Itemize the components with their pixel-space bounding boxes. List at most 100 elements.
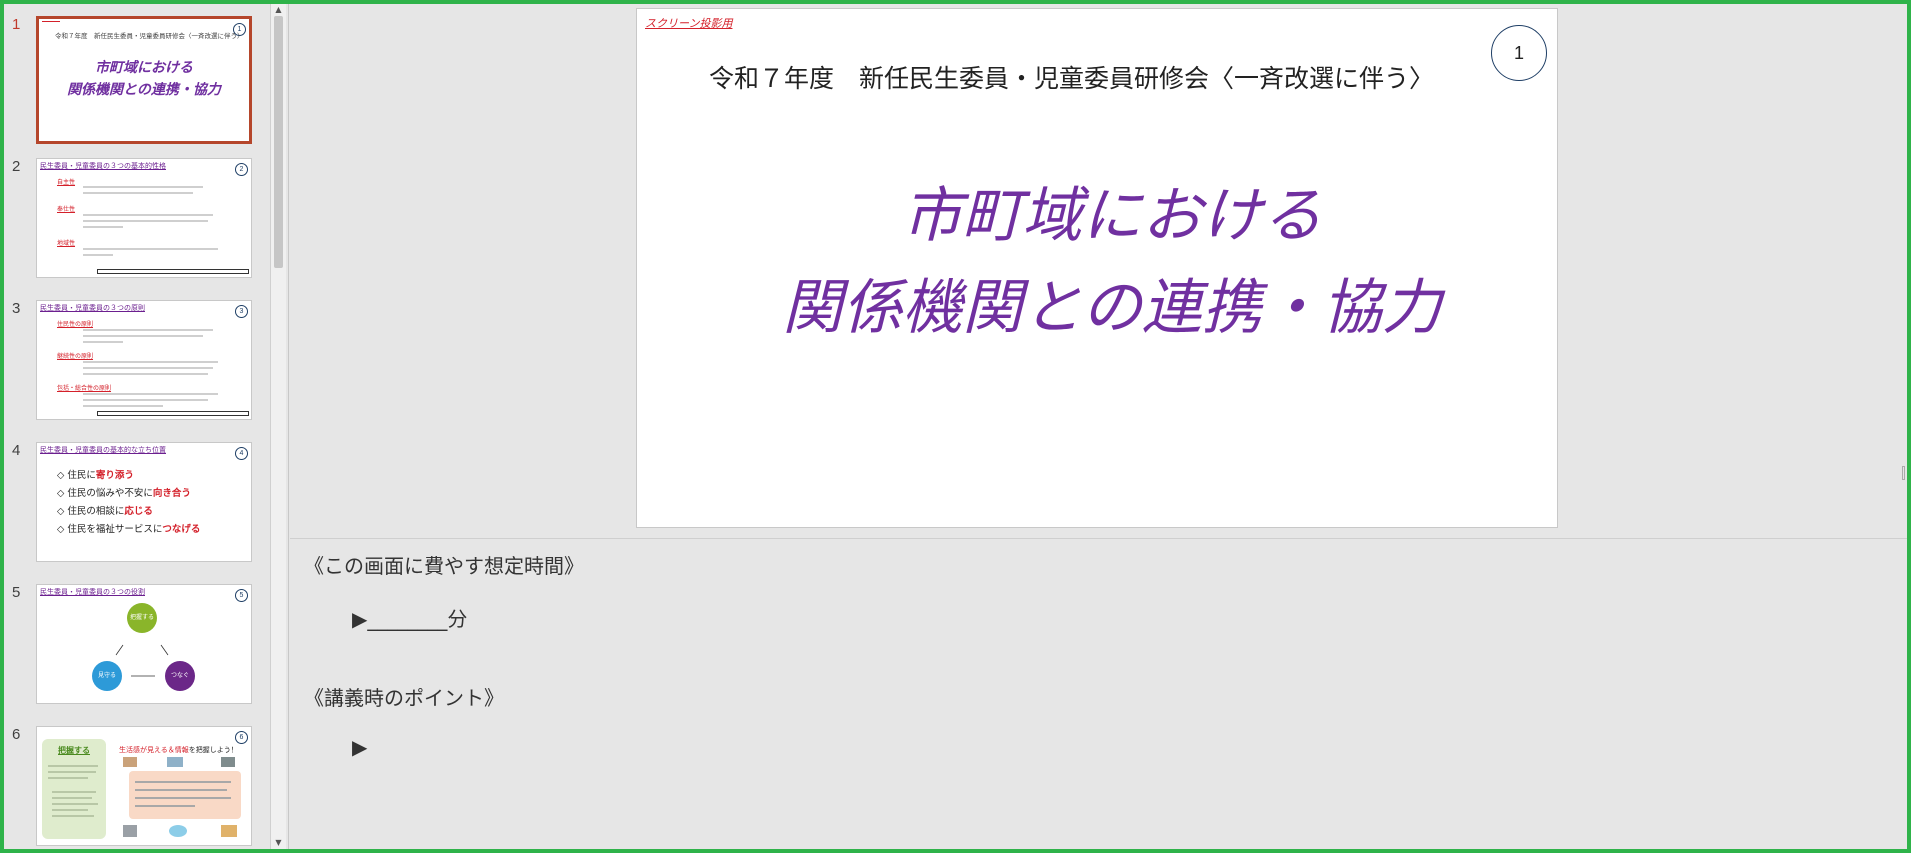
resize-handle[interactable] (1902, 466, 1905, 480)
thumb-slide-badge: 2 (235, 163, 248, 176)
thumb-text-line (83, 214, 213, 216)
bullet-emphasis: 寄り添う (95, 470, 134, 481)
thumb-text-line (83, 405, 163, 407)
store-icon (123, 825, 137, 837)
thumbnail-preview[interactable]: 3 民生委員・児童委員の３つの原則 住民性の原則 継続性の原則 包括・総合性の原… (36, 300, 252, 420)
thumbnail-number: 3 (12, 300, 21, 317)
thumb-text-line (83, 226, 123, 228)
thumbnail-slide-4[interactable]: 4 4 民生委員・児童委員の基本的な立ち位置 ◇ 住民に寄り添う ◇ 住民の悩み… (4, 442, 270, 564)
thumb-item-3: 地域性 (57, 240, 76, 247)
bullet-emphasis: 応じる (124, 506, 153, 517)
thumbnail-number: 6 (12, 726, 21, 743)
thumbnail-preview[interactable]: 6 把握する 生活感が見える＆情報を把握しよう！ (36, 726, 252, 846)
slide-editor-canvas[interactable]: スクリーン投影用 1 令和７年度 新任民生委員・児童委員研修会〈一斉改選に伴う〉… (636, 8, 1558, 528)
thumbnail-preview[interactable]: 5 民生委員・児童委員の３つの役割 把握する 見守る つなぐ (36, 584, 252, 704)
thumbnail-preview[interactable]: 1 令和７年度 新任民生委員・児童委員研修会〈一斉改選に伴う〉 市町域における … (36, 16, 252, 144)
thumb-text-line (135, 797, 231, 799)
thumbnail-slide-5[interactable]: 5 5 民生委員・児童委員の３つの役割 把握する 見守る つなぐ (4, 584, 270, 706)
thumb-left-title: 把握する (58, 746, 90, 755)
thumb-heading: 民生委員・児童委員の３つの基本的性格 (40, 162, 166, 170)
thumb-text-line (83, 373, 208, 375)
thumb-text-line (135, 805, 195, 807)
building-icon (167, 757, 183, 767)
thumbnail-scrollbar[interactable]: ▲ ▼ (270, 4, 286, 849)
bullet-prefix: ◇ 住民を福祉サービスに (57, 524, 163, 535)
slide-subtitle[interactable]: 令和７年度 新任民生委員・児童委員研修会〈一斉改選に伴う〉 (709, 59, 1434, 95)
notes-divider[interactable] (290, 538, 1907, 539)
scrollbar-thumb[interactable] (274, 16, 283, 268)
thumb-text-line (48, 777, 88, 779)
thumb-item-1: 住民性の原則 (57, 321, 94, 328)
thumbnail-number: 5 (12, 584, 21, 601)
thumb-text-line (83, 329, 213, 331)
thumb-title-line-2: 関係機関との連携・協力 (67, 82, 221, 98)
thumb-text-line (83, 399, 208, 401)
thumb-right-title: 生活感が見える＆情報を把握しよう！ (119, 745, 238, 755)
thumb-arrows (115, 644, 169, 677)
thumb-screen-label-mark (42, 21, 60, 22)
people-icon (169, 825, 187, 837)
thumb-text-line (135, 789, 227, 791)
notes-time-value[interactable]: ▶________分 (352, 603, 467, 632)
thumb-text-line (83, 192, 193, 194)
slide-title-line-1[interactable]: 市町域における (651, 167, 1573, 254)
thumb-bullet-1: ◇ 住民に寄り添う (57, 467, 134, 481)
thumb-text-line (83, 248, 218, 250)
thumbnail-preview[interactable]: 2 民生委員・児童委員の３つの基本的性格 自主性 奉仕性 地域性 (36, 158, 252, 278)
notes-point-heading[interactable]: 《講義時のポイント》 (304, 682, 504, 711)
thumb-text-line (48, 765, 98, 767)
thumbnail-number: 4 (12, 442, 21, 459)
bullet-emphasis: つなげる (162, 524, 201, 535)
thumb-subtitle: 令和７年度 新任民生委員・児童委員研修会〈一斉改選に伴う〉 (55, 32, 244, 40)
bullet-prefix: ◇ 住民の悩みや不安に (57, 488, 153, 499)
thumb-text-line (83, 254, 113, 256)
thumb-left-panel: 把握する (42, 739, 106, 839)
slide-title-line-2[interactable]: 関係機関との連携・協力 (651, 259, 1573, 346)
thumbnail-preview[interactable]: 4 民生委員・児童委員の基本的な立ち位置 ◇ 住民に寄り添う ◇ 住民の悩みや不… (36, 442, 252, 562)
bullet-prefix: ◇ 住民の相談に (57, 506, 125, 517)
slide-thumbnail-pane[interactable]: 1 1 令和７年度 新任民生委員・児童委員研修会〈一斉改選に伴う〉 市町域におけ… (4, 4, 270, 849)
thumb-text-line (83, 335, 203, 337)
thumb-text-line (52, 791, 96, 793)
thumb-footer-box (97, 269, 249, 274)
thumbnail-slide-3[interactable]: 3 3 民生委員・児童委員の３つの原則 住民性の原則 継続性の原則 包括・総合性… (4, 300, 270, 422)
screen-projection-label[interactable]: スクリーン投影用 (645, 15, 732, 31)
thumb-item-3: 包括・総合性の原則 (57, 385, 112, 392)
thumb-text-line (83, 367, 213, 369)
thumb-item-2: 奉仕性 (57, 206, 76, 213)
thumb-text-line (83, 361, 218, 363)
thumb-title-line-1: 市町域における (95, 60, 193, 76)
thumbnail-slide-1[interactable]: 1 1 令和７年度 新任民生委員・児童委員研修会〈一斉改選に伴う〉 市町域におけ… (4, 16, 270, 144)
thumb-bullet-3: ◇ 住民の相談に応じる (57, 503, 153, 517)
home-icon (221, 825, 237, 837)
thumb-bullet-2: ◇ 住民の悩みや不安に向き合う (57, 485, 191, 499)
scroll-up-icon[interactable]: ▲ (271, 4, 286, 16)
thumb-text-line (52, 803, 98, 805)
thumbnail-number: 1 (12, 16, 21, 33)
thumb-text-line (83, 393, 218, 395)
notes-time-heading[interactable]: 《この画面に費やす想定時間》 (304, 550, 584, 579)
mailbox-icon (221, 757, 235, 767)
thumb-text-line (52, 809, 88, 811)
thumb-text-line (83, 220, 208, 222)
thumb-item-1: 自主性 (57, 179, 76, 186)
thumb-text-line (48, 771, 96, 773)
right-title-part: を把握しよう！ (188, 746, 238, 754)
bullet-emphasis: 向き合う (152, 488, 191, 499)
thumb-bullet-4: ◇ 住民を福祉サービスにつなげる (57, 521, 200, 535)
thumb-info-box (129, 771, 241, 819)
thumb-slide-badge: 4 (235, 447, 248, 460)
thumb-text-line (83, 186, 203, 188)
right-title-part: 生活感が見える (119, 746, 168, 754)
thumb-heading: 民生委員・児童委員の３つの原則 (40, 304, 145, 312)
thumb-text-line (83, 341, 123, 343)
thumb-heading: 民生委員・児童委員の基本的な立ち位置 (40, 446, 166, 454)
thumb-footer-box (97, 411, 249, 416)
pane-divider[interactable] (288, 4, 289, 849)
thumb-slide-badge: 3 (235, 305, 248, 318)
scroll-down-icon[interactable]: ▼ (271, 837, 286, 849)
thumbnail-slide-2[interactable]: 2 2 民生委員・児童委員の３つの基本的性格 自主性 奉仕性 地域性 (4, 158, 270, 280)
slide-number-badge[interactable]: 1 (1491, 25, 1547, 81)
notes-point-value[interactable]: ▶ (352, 735, 367, 759)
thumbnail-slide-6[interactable]: 6 6 把握する 生活感が見える＆情報を把握しよう！ (4, 726, 270, 848)
